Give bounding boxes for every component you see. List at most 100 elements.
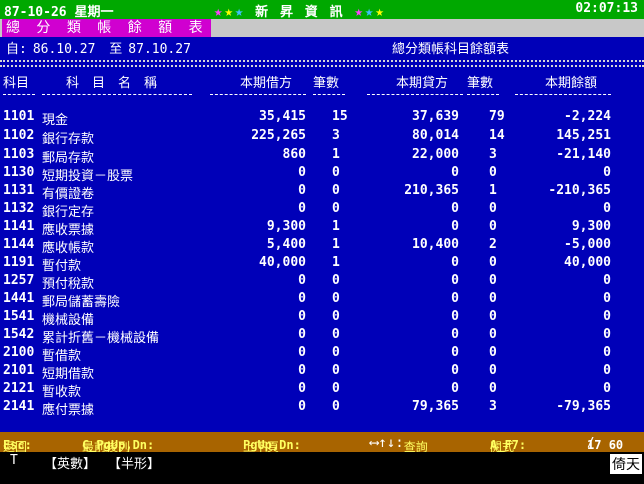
debit-count: 15 bbox=[332, 109, 348, 124]
account-code: 1130 bbox=[3, 165, 35, 180]
credit-count: 0 bbox=[489, 381, 497, 396]
credit-amount: 0 bbox=[451, 273, 459, 288]
ime-name[interactable]: 倚天 bbox=[610, 454, 642, 474]
account-code: 1103 bbox=[3, 147, 35, 162]
debit-count: 0 bbox=[332, 291, 340, 306]
debit-count: 0 bbox=[332, 273, 340, 288]
debit-amount: 0 bbox=[298, 399, 306, 414]
table-row[interactable]: 1144 應收帳款 5,400 1 10,400 2 -5,000 bbox=[0, 236, 644, 256]
credit-count: 0 bbox=[489, 273, 497, 288]
account-name: 銀行存款 bbox=[42, 132, 95, 147]
status-bar: Esc: 返回 C_PgUp,Dn: 最前後列 PgUp,Dn: 上下頁 ⟷↑↓: 查詢… bbox=[0, 432, 644, 454]
page-indicator: 17/ 60 bbox=[587, 435, 624, 452]
debit-count: 1 bbox=[332, 147, 340, 162]
account-code: 1191 bbox=[3, 255, 35, 270]
credit-count: 2 bbox=[489, 237, 497, 252]
account-name: 現金 bbox=[42, 113, 69, 128]
account-code: 1257 bbox=[3, 273, 35, 288]
table-row[interactable]: 1191 暫付款 40,000 1 0 0 40,000 bbox=[0, 254, 644, 274]
table-row[interactable]: 1130 短期投資－股票 0 0 0 0 0 bbox=[0, 164, 644, 184]
table-row[interactable]: 2141 應付票據 0 0 79,365 3 -79,365 bbox=[0, 398, 644, 418]
credit-count: 1 bbox=[489, 183, 497, 198]
balance-amount: 0 bbox=[603, 363, 611, 378]
divider bbox=[210, 94, 306, 95]
account-code: 2121 bbox=[3, 381, 35, 396]
table-row[interactable]: 2100 暫借款 0 0 0 0 0 bbox=[0, 344, 644, 364]
balance-amount: 0 bbox=[603, 273, 611, 288]
debit-count: 1 bbox=[332, 255, 340, 270]
debit-amount: 40,000 bbox=[259, 255, 306, 270]
credit-count: 0 bbox=[489, 165, 497, 180]
table-row[interactable]: 1141 應收票據 9,300 1 0 0 9,300 bbox=[0, 218, 644, 238]
credit-amount: 79,365 bbox=[412, 399, 459, 414]
period-to: 87.10.27 bbox=[128, 42, 191, 57]
report-title: 總 分 類 帳 餘 額 表 bbox=[2, 19, 211, 37]
table-row[interactable]: 1441 郵局儲蓄壽險 0 0 0 0 0 bbox=[0, 290, 644, 310]
table-row[interactable]: 1132 銀行定存 0 0 0 0 0 bbox=[0, 200, 644, 220]
system-date: 87-10-26 星期一 bbox=[4, 5, 114, 20]
debit-amount: 0 bbox=[298, 183, 306, 198]
credit-count: 0 bbox=[489, 219, 497, 234]
credit-amount: 0 bbox=[451, 345, 459, 360]
width-mode[interactable]: 【半形】 bbox=[108, 453, 160, 472]
account-code: 1132 bbox=[3, 201, 35, 216]
credit-count: 0 bbox=[489, 363, 497, 378]
divider bbox=[0, 65, 644, 67]
debit-amount: 225,265 bbox=[251, 128, 306, 143]
divider bbox=[515, 94, 611, 95]
divider bbox=[0, 60, 644, 62]
debit-amount: 0 bbox=[298, 273, 306, 288]
debit-count: 3 bbox=[332, 128, 340, 143]
debit-count: 0 bbox=[332, 345, 340, 360]
system-time: 02:07:13 bbox=[575, 1, 638, 16]
credit-amount: 37,639 bbox=[412, 109, 459, 124]
debit-amount: 5,400 bbox=[266, 237, 306, 252]
credit-amount: 0 bbox=[451, 219, 459, 234]
debit-amount: 0 bbox=[298, 201, 306, 216]
arrow-keys-icon: ⟷↑↓: bbox=[370, 435, 404, 451]
query-hint[interactable]: ⟷↑↓: 查詢 bbox=[370, 435, 428, 454]
credit-count: 0 bbox=[489, 309, 497, 324]
table-row[interactable]: 2101 短期借款 0 0 0 0 0 bbox=[0, 362, 644, 382]
account-code: 1102 bbox=[3, 128, 35, 143]
debit-amount: 35,415 bbox=[259, 109, 306, 124]
debit-amount: 0 bbox=[298, 381, 306, 396]
credit-amount: 0 bbox=[451, 201, 459, 216]
balance-amount: 0 bbox=[603, 327, 611, 342]
credit-amount: 22,000 bbox=[412, 147, 459, 162]
balance-amount: 9,300 bbox=[571, 219, 611, 234]
col-header-credit-count: 筆數 bbox=[467, 76, 494, 91]
table-row[interactable]: 1257 預付稅款 0 0 0 0 0 bbox=[0, 272, 644, 292]
debit-amount: 9,300 bbox=[266, 219, 306, 234]
period-from-label: 自: bbox=[6, 42, 27, 57]
credit-count: 3 bbox=[489, 399, 497, 414]
credit-count: 14 bbox=[489, 128, 505, 143]
debit-count: 0 bbox=[332, 309, 340, 324]
period-to-label: 至 bbox=[109, 42, 123, 57]
debit-count: 0 bbox=[332, 327, 340, 342]
divider bbox=[367, 94, 463, 95]
balance-amount: -21,140 bbox=[556, 147, 611, 162]
credit-amount: 0 bbox=[451, 309, 459, 324]
credit-count: 0 bbox=[489, 291, 497, 306]
debit-amount: 0 bbox=[298, 345, 306, 360]
col-header-balance: 本期餘額 bbox=[545, 76, 598, 91]
credit-amount: 0 bbox=[451, 363, 459, 378]
balance-amount: -2,224 bbox=[564, 109, 611, 124]
table-row[interactable]: 1542 累計折舊－機械設備 0 0 0 0 0 bbox=[0, 326, 644, 346]
table-row[interactable]: 2121 暫收款 0 0 0 0 0 bbox=[0, 380, 644, 400]
credit-amount: 0 bbox=[451, 255, 459, 270]
table-row[interactable]: 1131 有價證卷 0 0 210,365 1 -210,365 bbox=[0, 182, 644, 202]
account-code: 1101 bbox=[3, 109, 35, 124]
debit-amount: 0 bbox=[298, 309, 306, 324]
credit-count: 0 bbox=[489, 327, 497, 342]
char-mode[interactable]: 【英數】 bbox=[44, 453, 96, 472]
account-code: 2100 bbox=[3, 345, 35, 360]
debit-amount: 0 bbox=[298, 165, 306, 180]
table-row[interactable]: 1101 現金 35,415 15 37,639 79 -2,224 bbox=[0, 108, 644, 128]
table-row[interactable]: 1102 銀行存款 225,265 3 80,014 14 145,251 bbox=[0, 127, 644, 147]
balance-amount: -210,365 bbox=[548, 183, 611, 198]
table-row[interactable]: 1103 郵局存款 860 1 22,000 3 -21,140 bbox=[0, 146, 644, 166]
table-row[interactable]: 1541 機械設備 0 0 0 0 0 bbox=[0, 308, 644, 328]
credit-amount: 0 bbox=[451, 165, 459, 180]
